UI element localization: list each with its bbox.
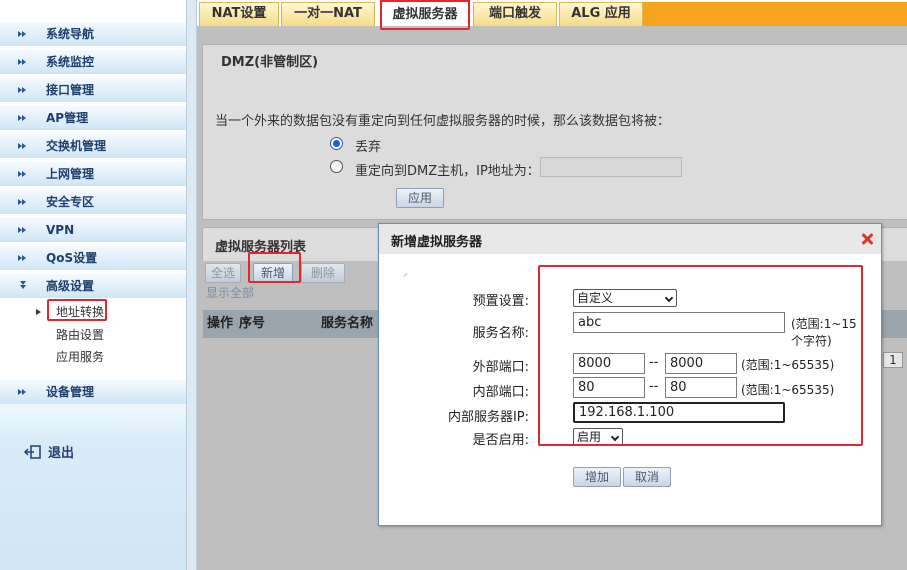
- double-chevron-icon: [18, 253, 28, 263]
- internal-port-to-input[interactable]: 80: [665, 377, 737, 398]
- select-all-button[interactable]: 全选: [205, 263, 241, 283]
- logout-link[interactable]: 退出: [24, 444, 74, 464]
- sidebar-item-device[interactable]: 设备管理: [0, 380, 186, 404]
- add-virtual-server-dialog: 新增虚拟服务器 ⸍ 预置设置: 自定义 服务名称: abc (范围:1~15 个…: [378, 223, 882, 526]
- radio-redirect-label: 重定向到DMZ主机，IP地址为：: [355, 164, 540, 179]
- radio-redirect-dmz[interactable]: [330, 160, 343, 173]
- dialog-header: 新增虚拟服务器: [379, 224, 881, 254]
- double-chevron-icon: [18, 113, 28, 123]
- dmz-apply-button[interactable]: 应用: [396, 188, 444, 208]
- sidebar-item-internet[interactable]: 上网管理: [0, 162, 186, 186]
- double-chevron-icon: [18, 141, 28, 151]
- list-title: 虚拟服务器列表: [215, 240, 307, 255]
- tab-virtual-server[interactable]: 虚拟服务器: [380, 0, 470, 28]
- column-index: 序号: [239, 316, 266, 331]
- double-chevron-icon: [18, 29, 28, 39]
- tab-nat-settings[interactable]: NAT设置: [199, 2, 279, 26]
- sidebar-item-security[interactable]: 安全专区: [0, 190, 186, 214]
- preset-select[interactable]: 自定义: [573, 289, 677, 307]
- service-name-hint: (范围:1~15: [791, 317, 857, 331]
- server-ip-label: 内部服务器IP:: [447, 410, 529, 425]
- preset-label: 预置设置:: [472, 294, 529, 309]
- external-port-to-input[interactable]: 8000: [665, 353, 737, 374]
- tab-bar-fill: [643, 2, 907, 26]
- double-chevron-icon: [18, 57, 28, 67]
- double-chevron-icon: [18, 387, 28, 397]
- add-button[interactable]: 新增: [253, 263, 293, 283]
- dmz-title: DMZ(非管制区): [221, 55, 319, 70]
- service-name-hint-line2: 个字符): [791, 334, 832, 348]
- preset-select-value: 自定义: [577, 291, 614, 305]
- logout-label: 退出: [48, 446, 75, 461]
- tab-port-trigger[interactable]: 端口触发: [473, 2, 557, 26]
- sidebar: 系统导航 系统监控 接口管理 AP管理 交换机管理 上网管理 安全专区 VPN …: [0, 0, 186, 570]
- confirm-add-button[interactable]: 增加: [573, 467, 621, 487]
- double-chevron-down-icon: [18, 281, 28, 291]
- external-port-hint: (范围:1~65535): [741, 358, 835, 372]
- tab-one-to-one-nat[interactable]: 一对一NAT: [281, 2, 375, 26]
- close-icon[interactable]: [861, 233, 873, 245]
- server-ip-input[interactable]: 192.168.1.100: [573, 402, 785, 423]
- show-all-link[interactable]: 显示全部: [206, 285, 254, 301]
- enable-select[interactable]: 启用: [573, 428, 623, 446]
- sidebar-item-qos[interactable]: QoS设置: [0, 246, 186, 270]
- radio-drop-label: 丢弃: [355, 140, 382, 155]
- sidebar-item-advanced[interactable]: 高级设置: [0, 274, 186, 298]
- internal-port-from-input[interactable]: 80: [573, 377, 645, 398]
- double-chevron-icon: [18, 225, 28, 235]
- tab-alg[interactable]: ALG 应用: [559, 2, 643, 26]
- page-number[interactable]: 1: [883, 352, 903, 368]
- tab-bar: NAT设置 一对一NAT 虚拟服务器 端口触发 ALG 应用: [197, 0, 907, 28]
- internal-port-dash: --: [649, 379, 659, 394]
- dmz-description: 当一个外来的数据包没有重定向到任何虚拟服务器的时候，那么该数据包将被：: [215, 114, 671, 129]
- sidebar-item-interface[interactable]: 接口管理: [0, 78, 186, 102]
- enable-label: 是否启用:: [472, 433, 529, 448]
- service-name-label: 服务名称:: [472, 326, 529, 341]
- column-action: 操作: [207, 316, 234, 331]
- dialog-title: 新增虚拟服务器: [391, 235, 483, 250]
- external-port-from-input[interactable]: 8000: [573, 353, 645, 374]
- sidebar-item-ap[interactable]: AP管理: [0, 106, 186, 130]
- chevron-down-icon: [610, 432, 620, 442]
- small-marker-icon: ⸍: [403, 272, 408, 283]
- service-name-input[interactable]: abc: [573, 312, 785, 333]
- radio-drop[interactable]: [330, 137, 343, 150]
- sidebar-item-switch[interactable]: 交换机管理: [0, 134, 186, 158]
- cancel-button[interactable]: 取消: [623, 467, 671, 487]
- sidebar-subitem-app-service[interactable]: 应用服务: [56, 347, 104, 367]
- internal-port-hint: (范围:1~65535): [741, 383, 835, 397]
- external-port-label: 外部端口:: [472, 360, 529, 375]
- column-service-name: 服务名称: [321, 316, 374, 331]
- logout-icon: [24, 445, 41, 459]
- dmz-panel: DMZ(非管制区): [202, 44, 907, 220]
- sidebar-item-vpn[interactable]: VPN: [0, 218, 186, 242]
- frame-divider: [186, 0, 197, 570]
- enable-select-value: 启用: [577, 430, 602, 444]
- external-port-dash: --: [649, 355, 659, 370]
- double-chevron-icon: [18, 169, 28, 179]
- double-chevron-icon: [18, 197, 28, 207]
- delete-button[interactable]: 删除: [301, 263, 345, 283]
- chevron-down-icon: [664, 293, 674, 303]
- sidebar-item-system-nav[interactable]: 系统导航: [0, 22, 186, 46]
- sidebar-item-system-monitor[interactable]: 系统监控: [0, 50, 186, 74]
- sidebar-subitem-routing[interactable]: 路由设置: [56, 325, 104, 345]
- sidebar-subitem-nat[interactable]: 地址转换: [56, 302, 104, 322]
- double-chevron-icon: [18, 85, 28, 95]
- current-item-arrow-icon: [36, 309, 41, 315]
- internal-port-label: 内部端口:: [472, 385, 529, 400]
- dmz-ip-input[interactable]: [540, 157, 682, 177]
